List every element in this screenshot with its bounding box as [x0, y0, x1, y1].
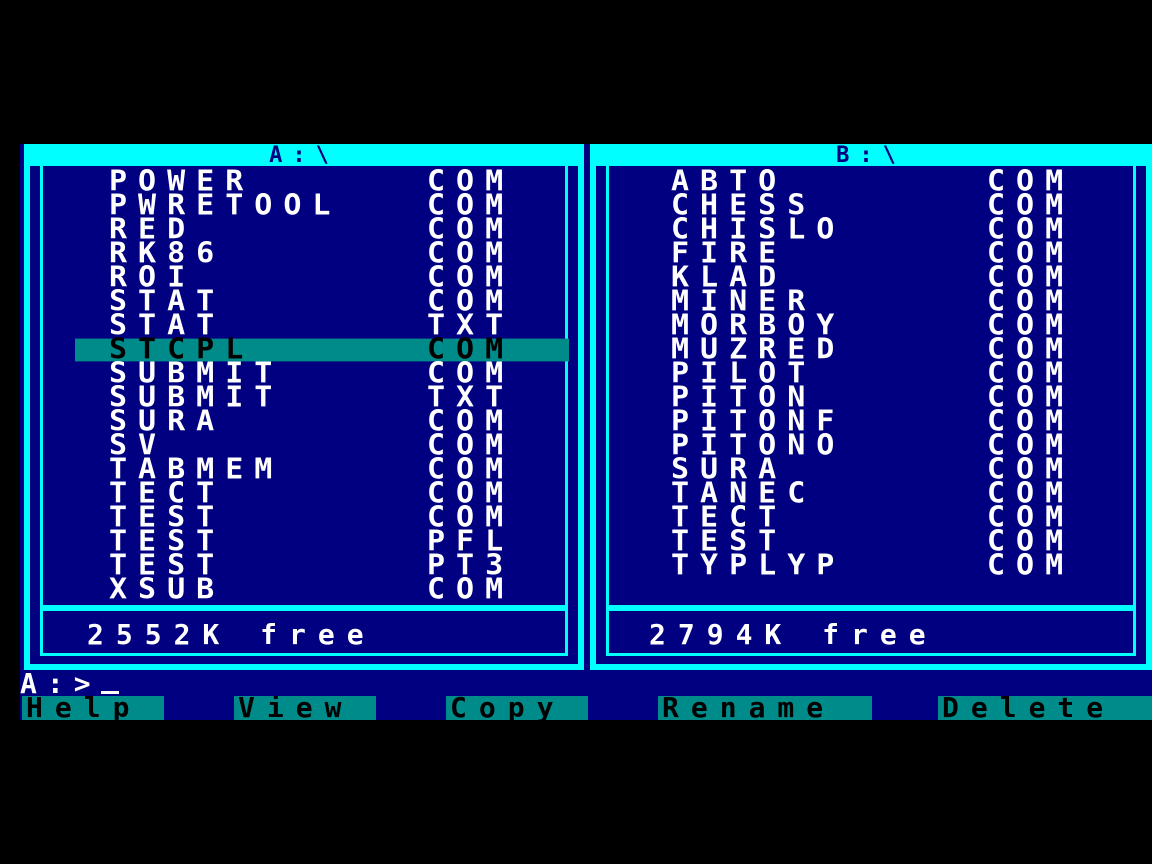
panel-a-file-list: POWER COM PWRETOOL COM RED COM RK86 COM ROI COM ST…	[40, 162, 569, 608]
command-prompt[interactable]: A:>	[20, 670, 119, 698]
panel-b-free-text: 2794K free	[649, 618, 938, 651]
function-key-bar: Help View Copy Rename Delete	[20, 696, 1152, 720]
file-extension: COM	[427, 572, 515, 607]
file-extension: COM	[987, 548, 1075, 583]
file-row[interactable]: XSUB COM	[109, 572, 549, 607]
text-cursor	[100, 691, 119, 694]
panel-b-file-list: ABTO COM CHESS COM CHISLO COM FIRE COM KLAD COM MI…	[606, 162, 1136, 608]
file-row[interactable]: TYPLYP COM	[671, 548, 1111, 583]
panel-a-body: POWER COM PWRETOOL COM RED COM RK86 COM ROI COM ST…	[30, 162, 578, 664]
delete-key[interactable]: Delete	[938, 696, 1152, 720]
panel-a[interactable]: A:\ POWER COM PWRETOOL COM RED COM RK86 COM ROI C…	[24, 144, 584, 670]
panel-b-free-space: 2794K free	[606, 608, 1136, 656]
panel-a-free-text: 2552K free	[87, 618, 376, 651]
panel-b-body: ABTO COM CHESS COM CHISLO COM FIRE COM KLAD COM MI…	[596, 162, 1146, 664]
help-key[interactable]: Help	[22, 696, 164, 720]
panel-a-free-space: 2552K free	[40, 608, 568, 656]
rename-key[interactable]: Rename	[658, 696, 872, 720]
view-key[interactable]: View	[234, 696, 376, 720]
file-manager-screen: A:\ POWER COM PWRETOOL COM RED COM RK86 COM ROI C…	[20, 144, 1152, 720]
file-name: TYPLYP	[671, 548, 846, 583]
panel-b[interactable]: B:\ ABTO COM CHESS COM CHISLO COM FIRE COM KLAD C…	[590, 144, 1152, 670]
file-name: XSUB	[109, 572, 226, 607]
copy-key[interactable]: Copy	[446, 696, 588, 720]
